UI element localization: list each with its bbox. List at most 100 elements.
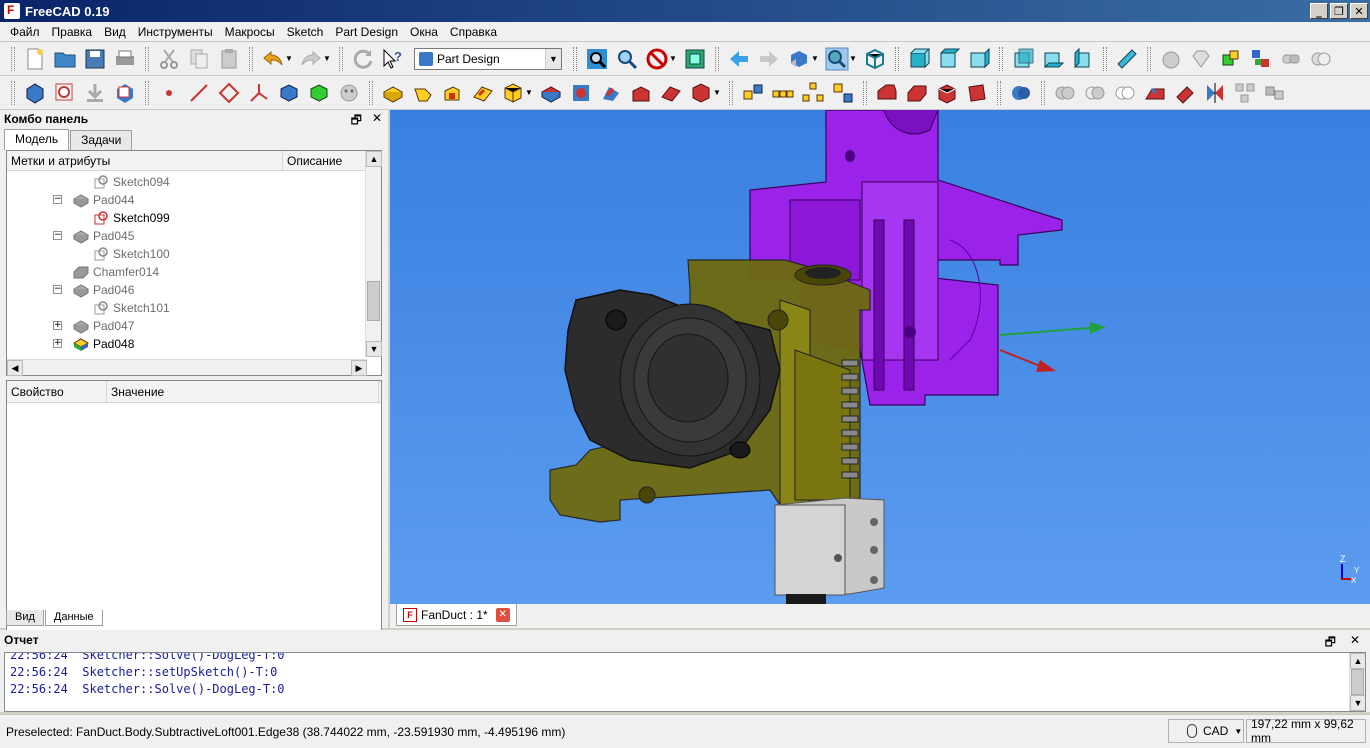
save-button[interactable]	[82, 46, 108, 72]
additive-primitive-dropdown-icon[interactable]: ▼	[525, 88, 533, 97]
pd-body-button[interactable]	[22, 80, 48, 106]
pd-additive-pipe-button[interactable]	[470, 80, 496, 106]
scroll-down-icon[interactable]: ▼	[1350, 695, 1365, 711]
pd-revolution-button[interactable]	[410, 80, 436, 106]
subtractive-primitive-dropdown-icon[interactable]: ▼	[713, 88, 721, 97]
tab-view[interactable]: Вид	[6, 610, 44, 626]
sketch-intersect-button[interactable]	[1082, 80, 1108, 106]
tree-item-pad047[interactable]: + Pad047	[53, 317, 134, 335]
fit-all-button[interactable]	[584, 46, 610, 72]
3d-viewport[interactable]: Z X Y	[390, 110, 1370, 604]
open-button[interactable]	[52, 46, 78, 72]
close-icon[interactable]: ✕	[1350, 633, 1360, 654]
scroll-thumb[interactable]	[1351, 669, 1364, 695]
menu-view[interactable]: Вид	[98, 25, 132, 39]
pd-pocket-button[interactable]	[538, 80, 564, 106]
tree-column-labels[interactable]: Метки и атрибуты	[7, 151, 283, 170]
sketch-difference-button[interactable]	[1112, 80, 1138, 106]
pd-involute-button[interactable]	[1172, 80, 1198, 106]
navigation-style-selector[interactable]: CAD ▼	[1168, 719, 1244, 743]
redo-dropdown-icon[interactable]: ▼	[323, 54, 331, 63]
close-icon[interactable]: ✕	[372, 111, 382, 132]
expand-icon[interactable]: +	[53, 321, 62, 330]
pd-subshape-binder-button[interactable]	[306, 80, 332, 106]
draw-style-dropdown-icon[interactable]: ▼	[669, 54, 677, 63]
view-isometric-button[interactable]	[862, 46, 888, 72]
property-column-value[interactable]: Значение	[107, 381, 379, 402]
view-front-button[interactable]	[906, 46, 932, 72]
expand-icon[interactable]: +	[53, 339, 62, 348]
scroll-thumb[interactable]	[367, 281, 380, 321]
chevron-down-icon[interactable]: ▼	[1234, 727, 1242, 736]
pd-arrange-button[interactable]	[1232, 80, 1258, 106]
restore-button[interactable]: ❐	[1330, 3, 1348, 19]
draw-style-button[interactable]	[644, 46, 670, 72]
sync-view-dropdown-icon[interactable]: ▼	[811, 54, 819, 63]
document-tab-fanduct[interactable]: F FanDuct : 1* ✕	[396, 604, 517, 626]
view-right-button[interactable]	[966, 46, 992, 72]
pd-new-sketch-button[interactable]	[52, 80, 78, 106]
copy-button[interactable]	[186, 46, 212, 72]
scroll-down-icon[interactable]: ▼	[366, 341, 382, 357]
scroll-left-icon[interactable]: ◀	[7, 360, 23, 376]
scroll-up-icon[interactable]: ▲	[366, 151, 382, 167]
pd-sprocket-button[interactable]	[1202, 80, 1228, 106]
menu-sketch[interactable]: Sketch	[281, 25, 330, 39]
tree-item-pad044[interactable]: − Pad044	[53, 191, 134, 209]
fit-selection-button[interactable]	[614, 46, 640, 72]
menu-help[interactable]: Справка	[444, 25, 503, 39]
cut-button[interactable]	[156, 46, 182, 72]
tree-vertical-scrollbar[interactable]: ▲ ▼	[365, 151, 382, 357]
report-log[interactable]: 22:56:24 Sketcher::Solve()-DogLeg-T:0 22…	[4, 652, 1366, 712]
pd-subtractive-pipe-button[interactable]	[658, 80, 684, 106]
pd-validate-sketch-button[interactable]	[82, 80, 108, 106]
paste-button[interactable]	[216, 46, 242, 72]
measure-distance-button[interactable]	[1114, 46, 1140, 72]
pd-subtractive-loft-button[interactable]	[628, 80, 654, 106]
pd-subtractive-primitive-button[interactable]	[688, 80, 714, 106]
back-button[interactable]	[726, 46, 752, 72]
tab-model[interactable]: Модель	[4, 129, 70, 150]
property-column-name[interactable]: Свойство	[7, 381, 107, 402]
collapse-icon[interactable]: −	[53, 285, 62, 294]
undock-icon[interactable]: 🗗	[351, 111, 362, 132]
tree-item-sketch094[interactable]: Sketch094	[93, 173, 170, 191]
tab-data[interactable]: Данные	[44, 610, 103, 626]
pd-datum-line-button[interactable]	[186, 80, 212, 106]
pd-additive-loft-button[interactable]	[440, 80, 466, 106]
create-part-button[interactable]	[1218, 46, 1244, 72]
toolbar-grip[interactable]	[11, 80, 15, 105]
redo-button[interactable]	[298, 46, 324, 72]
minimize-button[interactable]: _	[1310, 3, 1328, 19]
undo-dropdown-icon[interactable]: ▼	[285, 54, 293, 63]
zoom-dropdown-icon[interactable]: ▼	[849, 54, 857, 63]
new-document-button[interactable]	[22, 46, 48, 72]
pd-linear-pattern-button[interactable]	[770, 80, 796, 106]
pd-group-button[interactable]	[1262, 80, 1288, 106]
close-tab-icon[interactable]: ✕	[495, 607, 510, 622]
pd-mirrored-button[interactable]	[740, 80, 766, 106]
material-button[interactable]	[1158, 46, 1184, 72]
bounding-box-button[interactable]	[682, 46, 708, 72]
collapse-icon[interactable]: −	[53, 195, 62, 204]
pd-chamfer-button[interactable]	[904, 80, 930, 106]
pd-additive-primitive-button[interactable]	[500, 80, 526, 106]
scroll-right-icon[interactable]: ▶	[351, 360, 367, 376]
report-scrollbar[interactable]: ▲ ▼	[1349, 653, 1365, 711]
pd-datum-plane-button[interactable]	[216, 80, 242, 106]
print-button[interactable]	[112, 46, 138, 72]
link-group-button[interactable]	[1308, 46, 1334, 72]
pd-fillet-button[interactable]	[874, 80, 900, 106]
sync-view-button[interactable]	[786, 46, 812, 72]
tree-item-chamfer014[interactable]: Chamfer014	[73, 263, 159, 281]
forward-button[interactable]	[756, 46, 782, 72]
view-bottom-button[interactable]	[1040, 46, 1066, 72]
pd-wedge-button[interactable]	[1142, 80, 1168, 106]
pd-map-sketch-button[interactable]	[112, 80, 138, 106]
pd-multitransform-button[interactable]	[830, 80, 856, 106]
close-button[interactable]: ✕	[1350, 3, 1368, 19]
pd-pad-button[interactable]	[380, 80, 406, 106]
pd-clone-button[interactable]	[336, 80, 362, 106]
appearance-button[interactable]	[1188, 46, 1214, 72]
undock-icon[interactable]: 🗗	[1325, 633, 1336, 654]
